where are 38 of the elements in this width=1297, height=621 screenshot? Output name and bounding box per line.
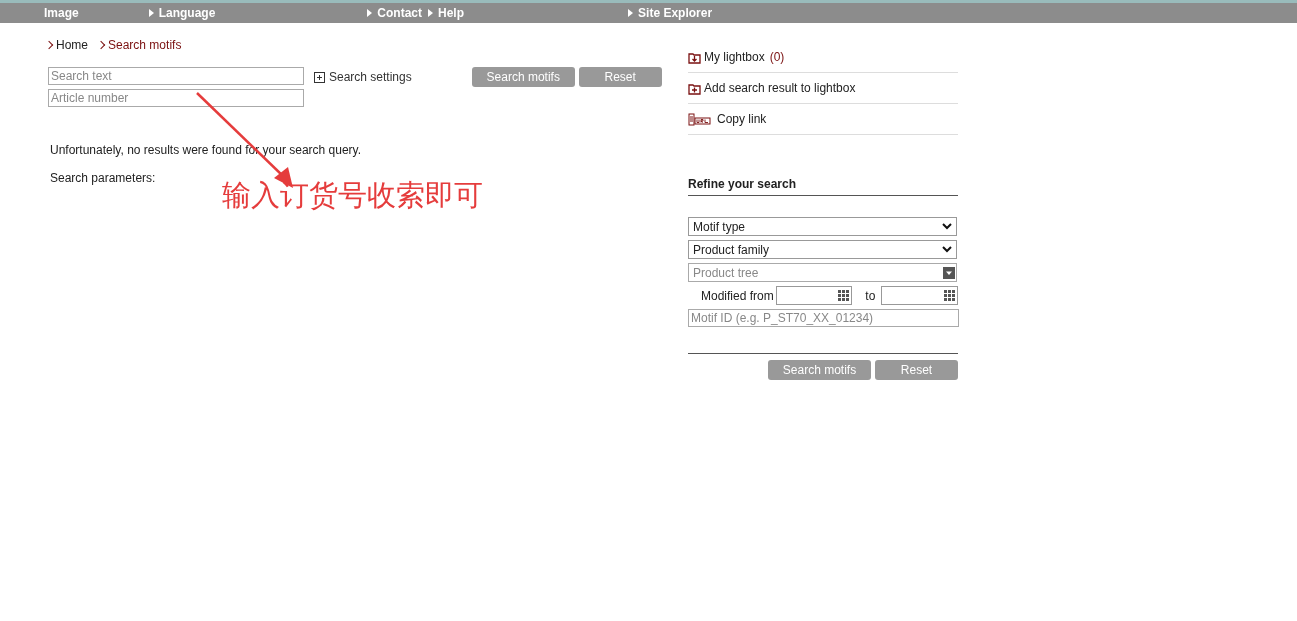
nav-link-text[interactable]: Language xyxy=(158,3,216,23)
calendar-icon[interactable] xyxy=(838,290,850,301)
product-tree-field[interactable]: Product tree xyxy=(688,263,957,282)
nav-link-text[interactable]: Help xyxy=(438,3,465,23)
expand-icon[interactable] xyxy=(314,72,325,83)
action-link[interactable]: My lightbox xyxy=(704,48,765,66)
nav-link-text[interactable]: Site Explorer xyxy=(638,3,713,23)
search-button[interactable]: Search motifs xyxy=(471,67,575,87)
folder-plus-icon xyxy=(688,81,701,95)
motif-id-field[interactable]: Motif ID (e.g. P_ST70_XX_01234) xyxy=(688,309,959,327)
refine-title: Refine your search xyxy=(688,175,958,196)
date-field[interactable] xyxy=(881,286,958,305)
search-settings-link[interactable]: Search settings xyxy=(329,68,412,86)
lightbox-count: (0) xyxy=(769,49,785,66)
nav-link-text[interactable]: Contact xyxy=(377,3,423,23)
nav-link-text[interactable]: Image xyxy=(44,3,79,23)
modified-from-label: Modified from xyxy=(701,287,774,305)
search-text-field[interactable]: Search text xyxy=(48,67,304,85)
breadcrumb-link[interactable]: Home xyxy=(56,36,88,54)
to-label: to xyxy=(865,287,876,305)
url-icon xyxy=(688,112,711,126)
date-field[interactable] xyxy=(775,286,853,305)
action-link[interactable]: Add search result to lightbox xyxy=(704,79,856,97)
chevron-down-icon[interactable] xyxy=(942,246,952,253)
folder-download-icon xyxy=(688,50,701,64)
action-link[interactable]: Copy link xyxy=(717,110,767,128)
search-button[interactable]: Search motifs xyxy=(768,360,871,380)
article-number-field[interactable]: Article number xyxy=(48,89,304,107)
annotation-text: 输入订货号收索即可 xyxy=(222,178,483,213)
search-parameters-label: Search parameters: xyxy=(50,170,157,187)
reset-button[interactable]: Reset xyxy=(875,360,958,380)
reset-button[interactable]: Reset xyxy=(578,67,662,87)
chevron-down-icon[interactable] xyxy=(942,223,952,230)
dropdown-icon[interactable] xyxy=(943,266,955,279)
dropdown[interactable]: Motif type xyxy=(688,217,957,236)
dropdown[interactable]: Product family xyxy=(688,240,957,259)
calendar-icon[interactable] xyxy=(944,290,955,301)
breadcrumb-link[interactable]: Search motifs xyxy=(108,36,182,54)
